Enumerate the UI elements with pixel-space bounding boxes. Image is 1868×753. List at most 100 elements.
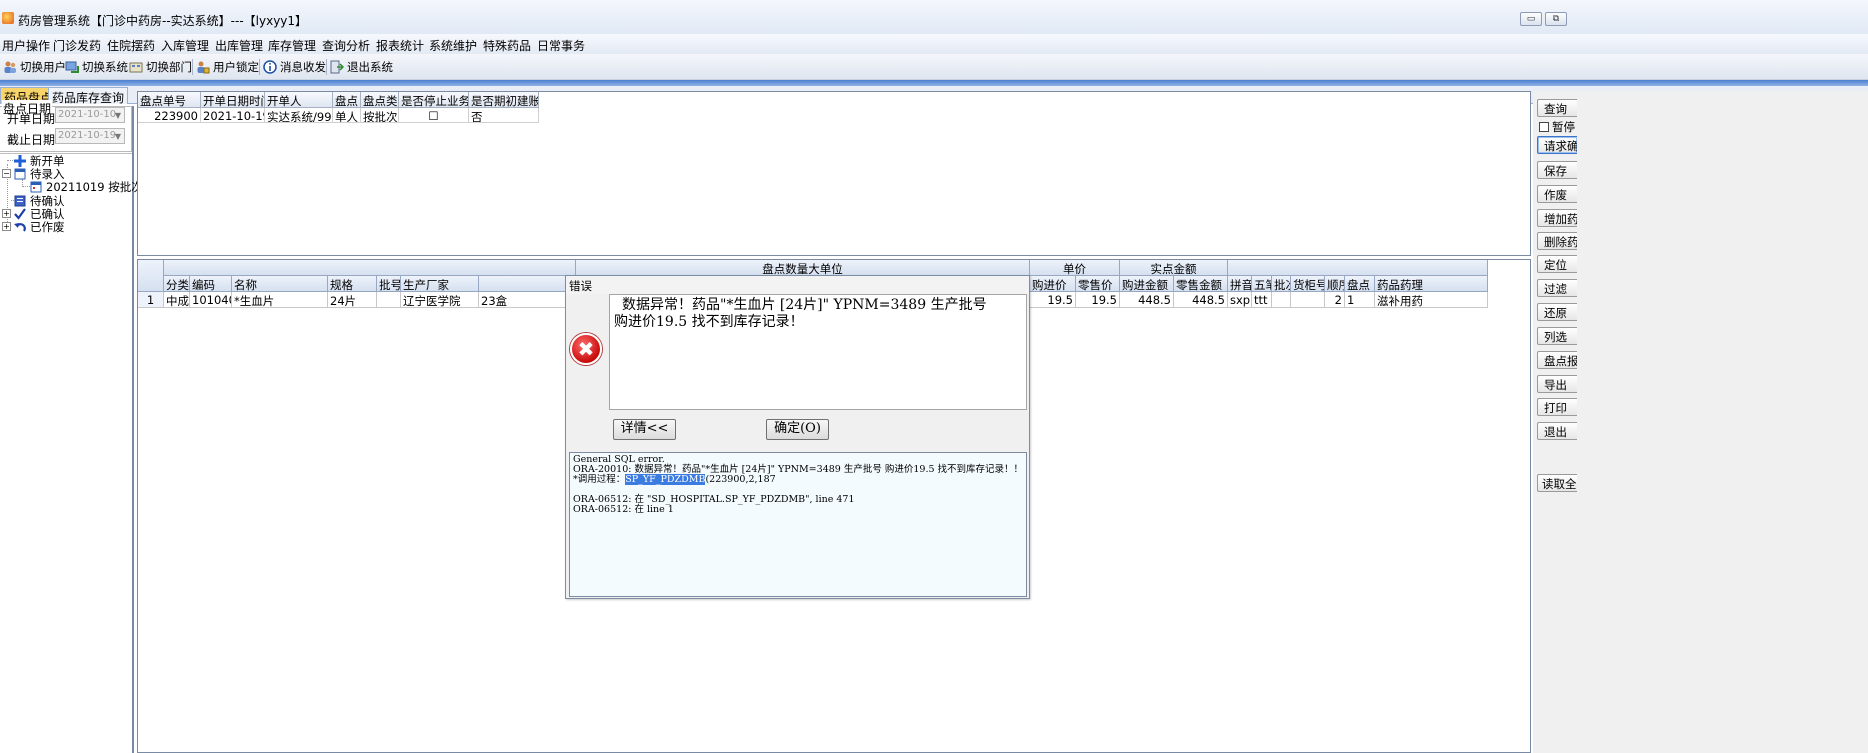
table-cell[interactable]: 单人 (333, 108, 361, 123)
table-cell[interactable]: *生血片 (232, 292, 328, 308)
collapse-toggle-icon[interactable]: − (2, 169, 11, 178)
column-header[interactable]: 拼音 (1228, 276, 1252, 292)
end-date-picker[interactable]: 2021-10-19 ▼ (55, 128, 125, 144)
switch-user-button[interactable]: 切换用户 (3, 59, 66, 75)
table-cell[interactable]: 按批次 (361, 108, 399, 123)
restore-button[interactable]: 还原 (1537, 303, 1577, 321)
switch-system-button[interactable]: 切换系统 (65, 59, 128, 75)
table-cell[interactable]: 实达系统/999 (265, 108, 333, 123)
table-cell[interactable]: 辽宁医学院 (401, 292, 479, 308)
exit-button[interactable]: 退出系统 (330, 59, 393, 75)
menu-user-ops[interactable]: 用户操作 (0, 36, 52, 55)
table-cell[interactable]: 2021-10-19 (201, 108, 265, 123)
tree-item-voided[interactable]: + 已作废 (2, 220, 65, 234)
table-cell[interactable] (377, 292, 401, 308)
minimize-button[interactable]: ▭ (1520, 12, 1542, 26)
column-header[interactable]: 分类 (164, 276, 190, 292)
table-cell[interactable]: 滋补用药 (1375, 292, 1488, 308)
error-detail-text[interactable]: General SQL error. ORA-20010: 数据异常！药品"*生血… (569, 452, 1027, 597)
menu-daily-affairs[interactable]: 日常事务 (535, 36, 587, 55)
export-button[interactable]: 导出 (1537, 375, 1577, 393)
table-cell[interactable]: 19.5 (1030, 292, 1076, 308)
tab-stock-query[interactable]: 药品库存查询 (48, 87, 129, 105)
stop-business-checkbox[interactable]: ☐ (399, 108, 469, 123)
read-all-button[interactable]: 读取全 (1537, 474, 1577, 492)
details-button[interactable]: 详情<< (613, 419, 676, 440)
save-button[interactable]: 保存 (1537, 161, 1577, 179)
void-button[interactable]: 作废 (1537, 185, 1577, 203)
column-header[interactable]: 盘点类 (361, 92, 399, 108)
column-select-button[interactable]: 列选 (1537, 327, 1577, 345)
messages-button[interactable]: 消息收发 (263, 59, 326, 75)
column-header[interactable]: 开单日期时间 (201, 92, 265, 108)
column-header[interactable]: 名称 (232, 276, 328, 292)
column-header[interactable]: 生产厂家 (401, 276, 479, 292)
end-date-label: 截止日期: (7, 133, 60, 147)
menu-stock-in[interactable]: 入库管理 (159, 36, 211, 55)
column-header[interactable]: 五笔 (1252, 276, 1272, 292)
column-header[interactable]: 批次 (1272, 276, 1291, 292)
tree-item-pending-order[interactable]: 20211019 按批次单 (30, 180, 154, 194)
locate-button[interactable]: 定位 (1537, 255, 1577, 273)
column-header[interactable]: 零售金额 (1174, 276, 1228, 292)
table-cell[interactable]: sxp (1228, 292, 1252, 308)
column-header[interactable]: 盘点单号 (138, 92, 201, 108)
column-header[interactable]: 开单人 (265, 92, 333, 108)
column-header[interactable]: 顺序 (1325, 276, 1345, 292)
menu-stock-out[interactable]: 出库管理 (213, 36, 265, 55)
table-cell[interactable]: 中成 (164, 292, 190, 308)
table-cell[interactable]: 1 (1345, 292, 1375, 308)
table-cell[interactable]: 19.5 (1076, 292, 1120, 308)
right-action-panel: 查询 暂停 请求确 保存 作废 增加药 删除药 定位 过滤 还原 列选 盘点报 … (1533, 91, 1868, 753)
request-confirm-button[interactable]: 请求确 (1537, 136, 1577, 154)
column-header[interactable]: 购进金额 (1120, 276, 1174, 292)
exit-panel-button[interactable]: 退出 (1537, 422, 1577, 440)
open-date-picker[interactable]: 2021-10-10 ▼ (55, 107, 125, 123)
column-header[interactable]: 规格 (328, 276, 377, 292)
menu-system-maint[interactable]: 系统维护 (427, 36, 479, 55)
print-button[interactable]: 打印 (1537, 398, 1577, 416)
table-cell[interactable]: 否 (469, 108, 539, 123)
expand-toggle-icon[interactable]: + (2, 209, 11, 218)
menu-special-drugs[interactable]: 特殊药品 (481, 36, 533, 55)
user-lock-button[interactable]: 用户锁定 (196, 59, 259, 75)
table-cell[interactable]: 1010400 (190, 292, 232, 308)
menu-query-analysis[interactable]: 查询分析 (320, 36, 372, 55)
column-header[interactable]: 是否停止业务 (399, 92, 469, 108)
table-cell[interactable]: 223900 (138, 108, 201, 123)
column-header[interactable]: 盘点 (333, 92, 361, 108)
checkbox-icon (1539, 122, 1549, 132)
toolbar: 切换用户 切换系统 切换部门 用户锁定 消息收发 退出系统 (0, 54, 1868, 80)
delete-drug-button[interactable]: 删除药 (1537, 232, 1577, 250)
table-cell[interactable]: 448.5 (1174, 292, 1228, 308)
column-header[interactable]: 编码 (190, 276, 232, 292)
expand-toggle-icon[interactable]: + (2, 222, 11, 231)
pause-checkbox[interactable]: 暂停 (1539, 119, 1575, 135)
menu-outpatient-dispense[interactable]: 门诊发药 (51, 36, 103, 55)
add-drug-button[interactable]: 增加药 (1537, 209, 1577, 227)
ok-button[interactable]: 确定(O) (766, 419, 829, 440)
switch-dept-button[interactable]: 切换部门 (129, 59, 192, 75)
table-cell[interactable] (1291, 292, 1325, 308)
column-header[interactable]: 批号 (377, 276, 401, 292)
menu-reports[interactable]: 报表统计 (374, 36, 426, 55)
menu-inpatient-dispense[interactable]: 住院摆药 (105, 36, 157, 55)
selected-procedure-name: SP_YF_PDZDMB (625, 474, 706, 485)
column-header[interactable]: 盘点 (1345, 276, 1375, 292)
query-button[interactable]: 查询 (1537, 99, 1577, 117)
column-header[interactable]: 零售价 (1076, 276, 1120, 292)
column-header[interactable]: 货柜号 (1291, 276, 1325, 292)
column-header[interactable]: 购进价 (1030, 276, 1076, 292)
table-cell[interactable] (1272, 292, 1291, 308)
count-report-button[interactable]: 盘点报 (1537, 351, 1577, 369)
table-cell[interactable]: 24片 (328, 292, 377, 308)
restore-button[interactable]: ⧉ (1545, 12, 1567, 26)
row-number[interactable]: 1 (138, 292, 164, 308)
table-cell[interactable]: 2 (1325, 292, 1345, 308)
column-header[interactable]: 药品药理 (1375, 276, 1488, 292)
table-cell[interactable]: 448.5 (1120, 292, 1174, 308)
table-cell[interactable]: ttt (1252, 292, 1272, 308)
filter-button[interactable]: 过滤 (1537, 279, 1577, 297)
menu-stock-manage[interactable]: 库存管理 (266, 36, 318, 55)
column-header[interactable]: 是否期初建账 (469, 92, 539, 108)
